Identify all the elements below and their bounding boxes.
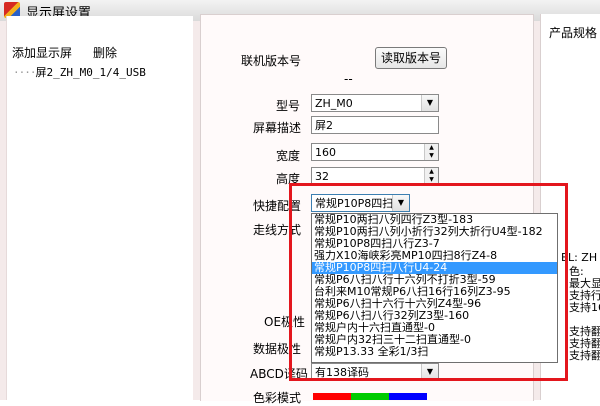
tree-item-label: 屏2_ZH_M0_1/4_USB — [35, 66, 146, 79]
highlight-annotation-box — [289, 183, 568, 381]
version-value: -- — [344, 72, 353, 86]
model-value: ZH_M0 — [315, 97, 353, 110]
green-swatch — [351, 393, 389, 400]
add-screen-button[interactable]: 添加显示屏 — [12, 44, 72, 61]
read-version-button[interactable]: 读取版本号 — [375, 47, 447, 69]
tree-line-icon: ···· — [13, 66, 36, 79]
desc-label: 屏幕描述 — [253, 121, 302, 135]
tree-item-screen[interactable]: ····屏2_ZH_M0_1/4_USB — [13, 64, 146, 80]
chevron-down-icon[interactable]: ▼ — [421, 95, 438, 111]
color-mode-label: 色彩模式 — [253, 391, 302, 405]
spec-line: 支持翻 — [569, 349, 600, 362]
model-select[interactable]: ZH_M0 ▼ — [311, 94, 439, 112]
version-label: 联机版本号 — [241, 54, 302, 68]
width-label: 宽度 — [276, 149, 301, 163]
spin-arrows-icon[interactable]: ▲ ▼ — [424, 168, 438, 184]
height-value: 32 — [315, 170, 329, 183]
width-stepper[interactable]: 160 ▲ ▼ — [311, 143, 439, 161]
screen-list-panel: 添加显示屏 删除 ····屏2_ZH_M0_1/4_USB — [6, 16, 193, 400]
product-spec-title: 产品规格 — [549, 26, 598, 40]
desc-input[interactable]: 屏2 — [311, 116, 439, 134]
blue-swatch — [389, 393, 427, 400]
color-mode-bar[interactable] — [313, 393, 427, 400]
spin-arrows-icon[interactable]: ▲ ▼ — [424, 144, 438, 160]
spec-line: 支持16 — [569, 301, 600, 314]
model-label: 型号 — [276, 99, 301, 113]
red-swatch — [313, 393, 351, 400]
delete-screen-button[interactable]: 删除 — [93, 44, 117, 61]
width-value: 160 — [315, 146, 336, 159]
